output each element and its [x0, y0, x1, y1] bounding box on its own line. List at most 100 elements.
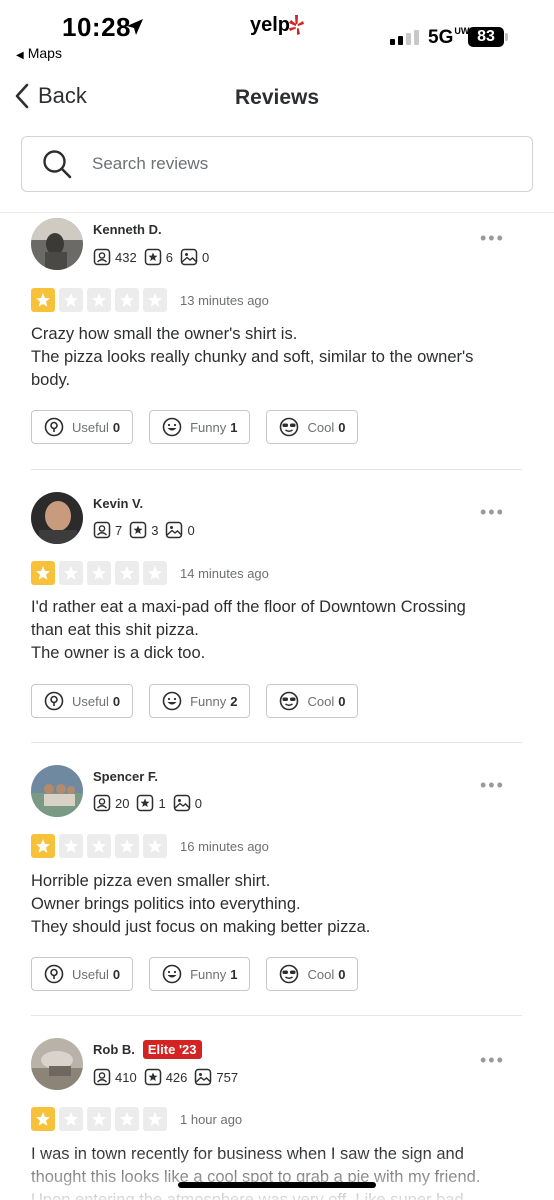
star-icon-empty	[87, 834, 111, 858]
reviewer-name[interactable]: Kenneth D.	[93, 222, 162, 237]
review-text: Crazy how small the owner's shirt is. Th…	[31, 325, 474, 389]
sunglasses-face-icon	[280, 964, 299, 984]
review-time: 16 minutes ago	[180, 839, 269, 854]
photo-count: 0	[165, 521, 195, 539]
useful-button[interactable]: Useful 0	[31, 410, 134, 444]
sunglasses-face-icon	[280, 417, 299, 437]
star-icon-empty	[115, 288, 139, 312]
review-count: 426	[144, 1068, 187, 1086]
network-type: 5GUW	[428, 26, 470, 49]
cool-button[interactable]: Cool 0	[266, 957, 359, 991]
star-rating	[31, 834, 167, 858]
review-text: I was in town recently for business when…	[31, 1145, 481, 1200]
star-icon-empty	[59, 288, 83, 312]
review-actions: Useful 0 Funny 1 Cool 0	[31, 957, 359, 991]
search-box[interactable]	[21, 136, 533, 192]
review-time: 1 hour ago	[180, 1112, 243, 1127]
star-icon-empty	[143, 1107, 167, 1131]
cell-signal-icon	[390, 30, 419, 45]
funny-button[interactable]: Funny 2	[149, 684, 251, 718]
battery-tip	[505, 33, 508, 41]
reviewer-stats: 20 1 0	[93, 794, 209, 812]
star-outline-icon	[129, 521, 147, 539]
review-time: 14 minutes ago	[180, 566, 269, 581]
search-icon	[43, 150, 72, 179]
more-options-button[interactable]: •••	[480, 228, 505, 249]
star-rating	[31, 1107, 167, 1131]
avatar[interactable]	[31, 765, 83, 817]
review-item: Kenneth D. 432 6 0 ••• 13 minutes ago Cr…	[0, 214, 554, 470]
back-to-maps-link[interactable]: ◀ Maps	[16, 45, 62, 61]
yelp-burst-icon	[289, 15, 304, 35]
star-rating	[31, 561, 167, 585]
reviewer-name[interactable]: Rob B. Elite '23	[93, 1040, 202, 1059]
review-text: I'd rather eat a maxi-pad off the floor …	[31, 598, 466, 662]
photo-icon	[173, 794, 190, 812]
star-icon-empty	[87, 288, 111, 312]
search-input[interactable]	[92, 154, 492, 174]
more-options-button[interactable]: •••	[480, 1050, 505, 1071]
review-count: 1	[136, 794, 166, 812]
review-actions: Useful 0 Funny 1 Cool 0	[31, 410, 359, 444]
reviewer-name[interactable]: Spencer F.	[93, 769, 158, 784]
cool-button[interactable]: Cool 0	[266, 410, 359, 444]
friends-count: 20	[93, 794, 129, 812]
star-icon-empty	[59, 834, 83, 858]
photo-count: 0	[180, 248, 209, 266]
funny-button[interactable]: Funny 1	[149, 957, 251, 991]
photo-count: 757	[194, 1068, 238, 1086]
elite-badge: Elite '23	[142, 1040, 202, 1059]
review-item: Kevin V. 7 3 0 ••• 14 minutes ago I'd ra…	[0, 488, 554, 744]
smiley-icon	[162, 691, 182, 711]
more-options-button[interactable]: •••	[480, 775, 505, 796]
star-icon-filled	[31, 834, 55, 858]
avatar[interactable]	[31, 218, 83, 270]
review-actions: Useful 0 Funny 2 Cool 0	[31, 684, 359, 718]
star-outline-icon	[144, 1068, 161, 1086]
funny-button[interactable]: Funny 1	[149, 410, 251, 444]
star-outline-icon	[144, 248, 161, 266]
star-icon-empty	[143, 561, 167, 585]
back-triangle-icon: ◀	[16, 50, 24, 61]
reviewer-stats: 410 426 757	[93, 1068, 245, 1086]
friends-count: 7	[93, 521, 122, 539]
friends-count: 432	[93, 248, 137, 266]
review-time: 13 minutes ago	[180, 293, 269, 308]
useful-button[interactable]: Useful 0	[31, 684, 134, 718]
battery-icon: 83	[468, 27, 504, 47]
home-indicator[interactable]	[178, 1182, 376, 1188]
photo-icon	[195, 1068, 212, 1086]
more-options-button[interactable]: •••	[480, 502, 505, 523]
status-bar: 10:28 ◀ Maps yelp 5GUW 83	[0, 0, 554, 70]
star-outline-icon	[137, 794, 154, 812]
cool-button[interactable]: Cool 0	[266, 684, 359, 718]
reviewer-name[interactable]: Kevin V.	[93, 496, 143, 511]
page-title: Reviews	[234, 86, 320, 109]
photo-icon	[180, 248, 198, 266]
star-icon-empty	[143, 834, 167, 858]
sunglasses-face-icon	[280, 691, 299, 711]
review-count: 3	[129, 521, 158, 539]
friends-count: 410	[93, 1068, 137, 1086]
useful-button[interactable]: Useful 0	[31, 957, 134, 991]
nav-header: Back Reviews	[0, 76, 554, 120]
reviewer-stats: 432 6 0	[93, 248, 216, 266]
photo-icon	[166, 521, 183, 539]
lightbulb-icon	[44, 964, 64, 984]
review-divider	[31, 469, 522, 470]
star-icon-empty	[115, 1107, 139, 1131]
smiley-icon	[162, 964, 182, 984]
star-rating	[31, 288, 167, 312]
star-icon-filled	[31, 1107, 55, 1131]
lightbulb-icon	[44, 417, 64, 437]
star-icon-empty	[115, 561, 139, 585]
review-divider	[31, 742, 522, 743]
avatar[interactable]	[31, 1038, 83, 1090]
smiley-icon	[162, 417, 182, 437]
header-divider	[0, 212, 554, 213]
photo-count: 0	[173, 794, 202, 812]
lightbulb-icon	[44, 691, 64, 711]
review-count: 6	[144, 248, 173, 266]
avatar[interactable]	[31, 492, 83, 544]
review-item: Spencer F. 20 1 0 ••• 16 minutes ago Hor…	[0, 761, 554, 1017]
